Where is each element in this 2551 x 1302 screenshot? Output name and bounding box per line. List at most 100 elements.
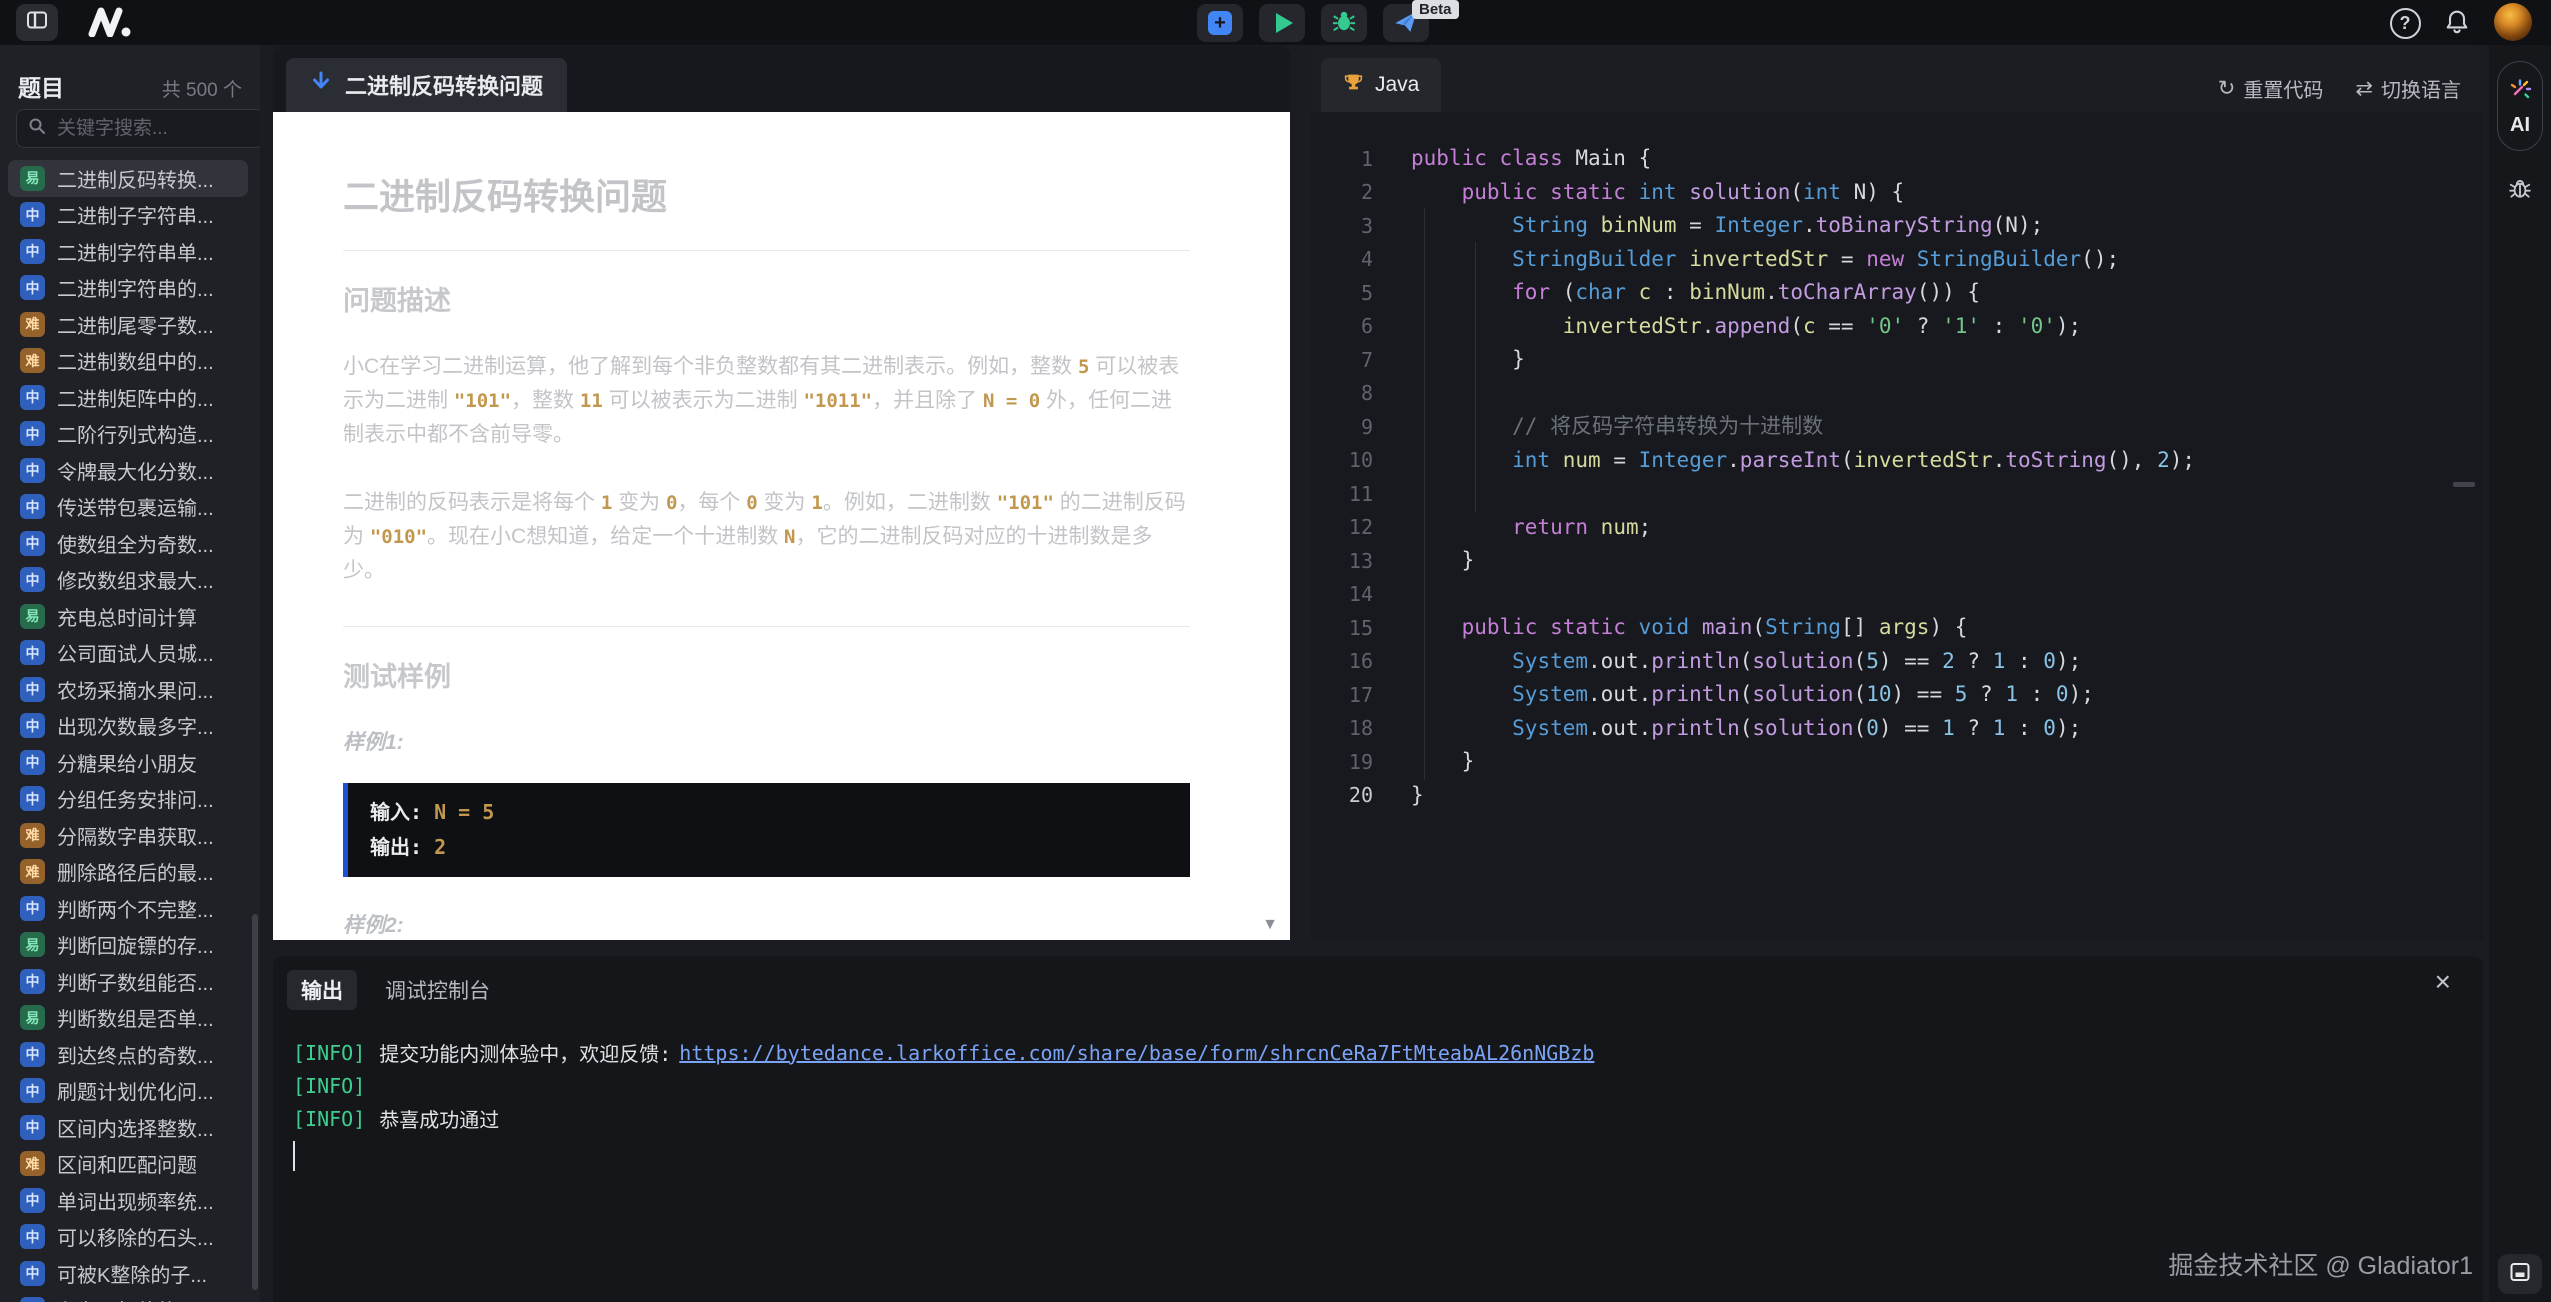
problem-list-item[interactable]: 中分组任务安排问... bbox=[8, 781, 248, 818]
code-line[interactable]: 1 public class Main { bbox=[1311, 142, 2483, 176]
problem-list-item[interactable]: 难删除路径后的最... bbox=[8, 854, 248, 891]
problem-list-item[interactable]: 难分隔数字串获取... bbox=[8, 817, 248, 854]
panel-layout-button[interactable] bbox=[2498, 1254, 2542, 1294]
problem-item-label: 判断数组是否单... bbox=[57, 1009, 214, 1032]
code-line[interactable]: 13 } bbox=[1311, 544, 2483, 578]
problem-list-item[interactable]: 中二进制字符串的... bbox=[8, 270, 248, 307]
problem-item-label: 和为目标值的子... bbox=[57, 1295, 214, 1302]
difficulty-badge: 中 bbox=[20, 1078, 45, 1104]
problem-list-item[interactable]: 中判断两个不完整... bbox=[8, 890, 248, 927]
code-line[interactable]: 9 // 将反码字符串转换为十进制数 bbox=[1311, 410, 2483, 444]
line-number: 6 bbox=[1360, 314, 1373, 339]
code-text: return num; bbox=[1512, 514, 1652, 539]
language-tab[interactable]: Java bbox=[1321, 58, 1442, 112]
close-icon[interactable]: × bbox=[2435, 968, 2451, 996]
code-line[interactable]: 17 System.out.println(solution(10) == 5 … bbox=[1311, 678, 2483, 712]
editor-scrollbar[interactable] bbox=[2453, 482, 2475, 487]
run-button[interactable] bbox=[1259, 4, 1305, 42]
user-avatar[interactable] bbox=[2494, 3, 2532, 41]
problem-list-item[interactable]: 中令牌最大化分数... bbox=[8, 452, 248, 489]
problem-list-item[interactable]: 中区间内选择整数... bbox=[8, 1109, 248, 1146]
problem-list-item[interactable]: 中刷题计划优化问... bbox=[8, 1073, 248, 1110]
code-line[interactable]: 14 bbox=[1311, 578, 2483, 612]
problem-list-item[interactable]: 中单词出现频率统... bbox=[8, 1182, 248, 1219]
reset-code-button[interactable]: ↻ 重置代码 bbox=[2218, 74, 2324, 103]
line-number: 20 bbox=[1348, 783, 1373, 808]
sidebar-header: 题目 共 500 个 bbox=[0, 45, 260, 103]
tab-output[interactable]: 输出 bbox=[287, 970, 357, 1010]
code-line[interactable]: 7 } bbox=[1311, 343, 2483, 377]
code-line[interactable]: 4 StringBuilder invertedStr = new String… bbox=[1311, 243, 2483, 277]
code-line[interactable]: 10 int num = Integer.parseInt(invertedSt… bbox=[1311, 444, 2483, 478]
problem-item-label: 判断回旋镖的存... bbox=[57, 936, 214, 959]
problem-list-item[interactable]: 中到达终点的奇数... bbox=[8, 1036, 248, 1073]
debug-panel-button[interactable] bbox=[2489, 175, 2551, 206]
tab-debug-console[interactable]: 调试控制台 bbox=[385, 975, 490, 1005]
problem-list-item[interactable]: 中二阶行列式构造... bbox=[8, 416, 248, 453]
problem-list-item[interactable]: 易判断回旋镖的存... bbox=[8, 927, 248, 964]
code-line[interactable]: 15 public static void main(String[] args… bbox=[1311, 611, 2483, 645]
problem-list-item[interactable]: 中修改数组求最大... bbox=[8, 562, 248, 599]
problem-list-item[interactable]: 中出现次数最多字... bbox=[8, 708, 248, 745]
problem-tab[interactable]: 二进制反码转换问题 bbox=[286, 58, 568, 112]
indent-guide bbox=[1475, 242, 1476, 512]
code-line[interactable]: 6 invertedStr.append(c == '0' ? '1' : '0… bbox=[1311, 310, 2483, 344]
download-arrow-icon bbox=[310, 70, 332, 100]
problem-list-item[interactable]: 中公司面试人员城... bbox=[8, 635, 248, 672]
problem-list-item[interactable]: 易判断数组是否单... bbox=[8, 1000, 248, 1037]
problem-list-item[interactable]: 中判断子数组能否... bbox=[8, 963, 248, 1000]
code-line[interactable]: 18 System.out.println(solution(0) == 1 ?… bbox=[1311, 712, 2483, 746]
problem-list-item[interactable]: 难区间和匹配问题 bbox=[8, 1146, 248, 1183]
line-number: 16 bbox=[1348, 649, 1373, 674]
code-area[interactable]: 1 public class Main {2 public static int … bbox=[1311, 112, 2483, 940]
problem-list-item[interactable]: 中分糖果给小朋友 bbox=[8, 744, 248, 781]
difficulty-badge: 难 bbox=[20, 348, 45, 374]
problem-list-item[interactable]: 中 和为目标值的子... bbox=[8, 1292, 248, 1302]
ai-assistant-button[interactable]: AI bbox=[2497, 61, 2543, 151]
description-text: 。例如，二进制数 bbox=[822, 491, 997, 514]
problem-item-label: 二进制矩阵中的... bbox=[57, 388, 214, 411]
problem-list-item[interactable]: 易充电总时间计算 bbox=[8, 598, 248, 635]
description-text: 二进制的反码表示是将每个 bbox=[343, 491, 601, 514]
search-input[interactable] bbox=[55, 116, 239, 141]
line-number: 5 bbox=[1360, 280, 1373, 305]
problem-list-item[interactable]: 难二进制尾零子数... bbox=[8, 306, 248, 343]
code-line[interactable]: 3 String binNum = Integer.toBinaryString… bbox=[1311, 209, 2483, 243]
problem-list-item[interactable]: 中二进制矩阵中的... bbox=[8, 379, 248, 416]
code-line[interactable]: 8 bbox=[1311, 377, 2483, 411]
search-box[interactable] bbox=[16, 109, 260, 148]
add-button[interactable]: + bbox=[1197, 4, 1243, 42]
difficulty-badge: 易 bbox=[20, 603, 45, 629]
sidebar-toggle-button[interactable] bbox=[16, 4, 58, 41]
code-line[interactable]: 19 } bbox=[1311, 745, 2483, 779]
indent-guide bbox=[1424, 208, 1425, 780]
code-text: public class Main { bbox=[1411, 146, 1652, 170]
problem-list-item[interactable]: 中传送带包裹运输... bbox=[8, 489, 248, 526]
switch-language-button[interactable]: ⇄ 切换语言 bbox=[2355, 74, 2461, 103]
debug-button[interactable] bbox=[1321, 4, 1367, 42]
problem-list-item[interactable]: 中使数组全为奇数... bbox=[8, 525, 248, 562]
divider bbox=[343, 250, 1190, 251]
feedback-link[interactable]: https://bytedance.larkoffice.com/share/b… bbox=[679, 1041, 1594, 1065]
sidebar-title: 题目 bbox=[18, 75, 64, 101]
code-line[interactable]: 16 System.out.println(solution(5) == 2 ?… bbox=[1311, 645, 2483, 679]
problem-item-label: 可被K整除的子... bbox=[57, 1264, 208, 1287]
problem-list-item[interactable]: 中农场采摘水果问... bbox=[8, 671, 248, 708]
code-line[interactable]: 20} bbox=[1311, 779, 2483, 813]
scroll-down-chevron-icon[interactable]: ▼ bbox=[1262, 916, 1278, 934]
bug-outline-icon bbox=[2507, 175, 2533, 206]
problem-list-item[interactable]: 中可被K整除的子... bbox=[8, 1255, 248, 1292]
problem-list-item[interactable]: 中二进制子字符串... bbox=[8, 197, 248, 234]
problem-list-item[interactable]: 中二进制字符串单... bbox=[8, 233, 248, 270]
code-line[interactable]: 5 for (char c : binNum.toCharArray()) { bbox=[1311, 276, 2483, 310]
problem-list-item[interactable]: 难二进制数组中的... bbox=[8, 343, 248, 380]
help-button[interactable]: ? bbox=[2388, 6, 2422, 40]
code-line[interactable]: 2 public static int solution(int N) { bbox=[1311, 176, 2483, 210]
code-line[interactable]: 12 return num; bbox=[1311, 511, 2483, 545]
problem-list-item[interactable]: 中可以移除的石头... bbox=[8, 1219, 248, 1256]
notifications-button[interactable] bbox=[2440, 6, 2474, 40]
code-line[interactable]: 11 bbox=[1311, 477, 2483, 511]
inline-code: "101" bbox=[453, 390, 512, 412]
problem-list-item[interactable]: 易二进制反码转换... bbox=[8, 160, 248, 197]
sidebar-scrollbar[interactable] bbox=[252, 914, 258, 1290]
